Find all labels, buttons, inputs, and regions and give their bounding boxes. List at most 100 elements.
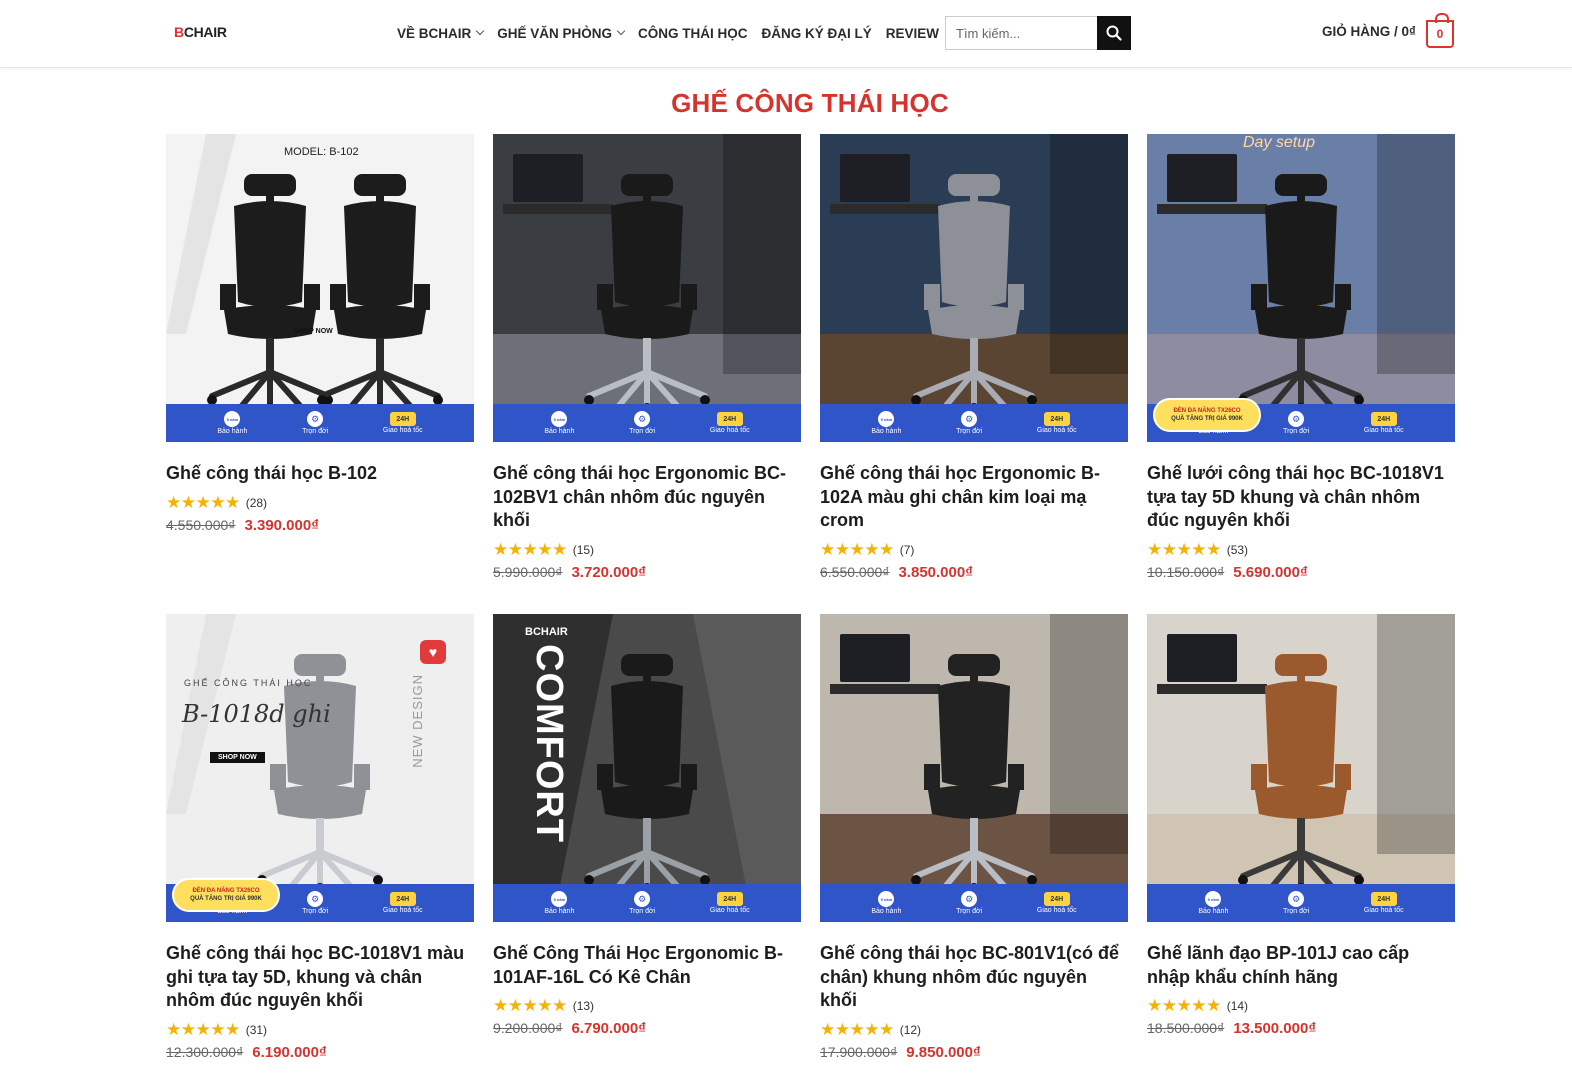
product-title[interactable]: Ghế công thái học B-102	[166, 462, 474, 486]
nav-label: ĐĂNG KÝ ĐẠI LÝ	[761, 25, 872, 41]
gear-icon: ⚙	[961, 411, 978, 427]
product-thumbnail[interactable]: Day setup ĐÈN ĐA NĂNG TX26CO QUÀ TẶNG TRỊ…	[1147, 134, 1455, 442]
star-rating-icon: ★★★★★	[1147, 996, 1221, 1015]
product-photo	[166, 134, 474, 442]
product-rating: ★★★★★ (53)	[1147, 541, 1455, 558]
product-card[interactable]: 5 năm Bảo hành ⚙ Trọn đời 24H Giao hoả tốc …	[493, 134, 801, 614]
banner-warranty: 5 nămBảo hành	[871, 411, 901, 435]
banner-delivery: 24H Giao hoả tốc	[383, 892, 423, 914]
review-count: (13)	[572, 999, 595, 1013]
shield-icon: 5 năm	[551, 411, 568, 427]
nav-label: CÔNG THÁI HỌC	[638, 25, 748, 41]
product-photo	[1147, 614, 1455, 922]
banner-lifetime: ⚙ Trọn đời	[1283, 891, 1309, 915]
thumb-neon-sign: Day setup	[1243, 134, 1316, 151]
banner-warranty: 5 nămBảo hành	[1198, 891, 1228, 915]
gear-icon: ⚙	[1288, 891, 1305, 907]
banner-delivery: 24H Giao hoả tốc	[1364, 892, 1404, 914]
product-card[interactable]: BCHAIR COMFORT 5 năm Bảo hành ⚙ Trọn đời 24…	[493, 614, 801, 1074]
gear-icon: ⚙	[1288, 411, 1305, 427]
star-rating-icon: ★★★★★	[820, 1019, 894, 1039]
banner-delivery: 24H Giao hoả tốc	[1364, 412, 1404, 434]
product-thumbnail[interactable]: 5 năm Bảo hành ⚙ Trọn đời 24H Giao hoả tốc	[493, 134, 801, 442]
thumb-model-label: MODEL: B-102	[284, 146, 359, 158]
promo-badge: ĐÈN ĐA NĂNG TX26CO QUÀ TẶNG TRỊ GIÁ 990K	[1153, 398, 1261, 432]
truck-icon: 24H	[1370, 412, 1397, 426]
chevron-down-icon	[476, 26, 485, 36]
shield-icon: 5 năm	[878, 411, 895, 427]
product-title[interactable]: Ghế công thái học BC-1018V1 màu ghi tựa …	[166, 942, 474, 1013]
logo-mark: B	[174, 24, 184, 40]
service-banner: 5 nămBảo hành ⚙Trọn đời 24HGiao hoả tốc	[493, 404, 801, 442]
site-logo[interactable]: BCHAIR	[174, 24, 227, 40]
search-input[interactable]	[945, 16, 1097, 50]
product-thumbnail[interactable]: GHẾ CÔNG THÁI HỌC B-1018d ghi SHOP NOW NEW …	[166, 614, 474, 922]
banner-delivery: 24H Giao hoả tốc	[383, 412, 423, 434]
search-form	[945, 16, 1131, 50]
truck-icon: 24H	[389, 892, 416, 906]
product-rating: ★★★★★ (7)	[820, 541, 1128, 558]
nav-item-cong-thai-hoc[interactable]: CÔNG THÁI HỌC	[638, 26, 748, 41]
truck-icon: 24H	[716, 412, 743, 426]
product-rating: ★★★★★ (13)	[493, 997, 801, 1014]
product-card[interactable]: 5 năm Bảo hành ⚙ Trọn đời 24H Giao hoả tốc …	[820, 134, 1128, 614]
product-card[interactable]: 5 năm Bảo hành ⚙ Trọn đời 24H Giao hoả tốc …	[1147, 614, 1455, 1074]
product-card[interactable]: 5 năm Bảo hành ⚙ Trọn đời 24H Giao hoả tốc …	[820, 614, 1128, 1074]
nav-item-review[interactable]: REVIEW	[886, 26, 939, 41]
review-count: (7)	[899, 542, 915, 557]
product-title[interactable]: Ghế Công Thái Học Ergonomic B-101AF-16L …	[493, 942, 801, 989]
search-button[interactable]	[1097, 16, 1131, 50]
old-price: 6.550.000₫	[820, 563, 890, 580]
product-title[interactable]: Ghế công thái học Ergonomic B-102A màu g…	[820, 462, 1128, 533]
old-price: 17.900.000₫	[820, 1043, 898, 1060]
product-rating: ★★★★★ (28)	[166, 494, 474, 511]
main-nav: VỀ BCHAIR GHẾ VĂN PHÒNG CÔNG THÁI HỌC ĐĂ…	[397, 0, 939, 66]
nav-item-ve-bchair[interactable]: VỀ BCHAIR	[397, 26, 485, 41]
product-thumbnail[interactable]: 5 năm Bảo hành ⚙ Trọn đời 24H Giao hoả tốc	[820, 614, 1128, 922]
shield-icon: 5 năm	[878, 891, 895, 907]
product-title[interactable]: Ghế lưới công thái học BC-1018V1 tựa tay…	[1147, 462, 1455, 533]
sale-price: 9.850.000₫	[906, 1043, 981, 1061]
shield-icon: 5 năm	[1205, 891, 1222, 907]
promo-line1: ĐÈN ĐA NĂNG TX26CO	[192, 888, 260, 894]
product-title[interactable]: Ghế lãnh đạo BP-101J cao cấp nhập khẩu c…	[1147, 942, 1455, 989]
chevron-down-icon	[616, 26, 626, 36]
old-price: 5.990.000₫	[493, 563, 563, 580]
product-title[interactable]: Ghế công thái học Ergonomic BC-102BV1 ch…	[493, 462, 801, 533]
gear-icon: ⚙	[307, 411, 324, 427]
product-rating: ★★★★★ (12)	[820, 1019, 1128, 1039]
service-banner: 5 nămBảo hành ⚙Trọn đời 24HGiao hoả tốc	[493, 884, 801, 922]
heart-icon[interactable]: ♥	[420, 640, 446, 664]
nav-item-ghe-van-phong[interactable]: GHẾ VĂN PHÒNG	[497, 25, 626, 41]
star-rating-icon: ★★★★★	[166, 1019, 240, 1039]
product-prices: 4.550.000₫ 3.390.000₫	[166, 517, 474, 534]
banner-delivery: 24H Giao hoả tốc	[1037, 412, 1077, 434]
shield-icon: 5 năm	[551, 891, 568, 907]
gear-icon: ⚙	[961, 891, 978, 907]
banner-delivery: 24H Giao hoả tốc	[710, 412, 750, 434]
nav-label: GHẾ VĂN PHÒNG	[497, 25, 613, 41]
review-count: (31)	[245, 1022, 268, 1037]
old-price: 9.200.000₫	[493, 1020, 563, 1036]
service-banner: 5 nămBảo hành ⚙Trọn đời 24HGiao hoả tốc	[820, 884, 1128, 922]
cart-link[interactable]: GIỎ HÀNG / 0₫ 0	[1322, 13, 1454, 48]
product-thumbnail[interactable]: 5 năm Bảo hành ⚙ Trọn đời 24H Giao hoả tốc	[820, 134, 1128, 442]
gear-icon: ⚙	[634, 891, 651, 907]
product-photo	[493, 134, 801, 442]
product-card[interactable]: Day setup ĐÈN ĐA NĂNG TX26CO QUÀ TẶNG TRỊ…	[1147, 134, 1455, 614]
product-photo	[1147, 134, 1455, 442]
product-card[interactable]: MODEL: B-102 SHOP NOW 5 năm Bảo hành ⚙ Trọn…	[166, 134, 474, 614]
product-thumbnail[interactable]: MODEL: B-102 SHOP NOW 5 năm Bảo hành ⚙ Trọn…	[166, 134, 474, 442]
product-thumbnail[interactable]: BCHAIR COMFORT 5 năm Bảo hành ⚙ Trọn đời 24…	[493, 614, 801, 922]
banner-delivery: 24H Giao hoả tốc	[1037, 892, 1077, 914]
product-card[interactable]: GHẾ CÔNG THÁI HỌC B-1018d ghi SHOP NOW NEW …	[166, 614, 474, 1074]
banner-delivery: 24H Giao hoả tốc	[710, 892, 750, 914]
product-thumbnail[interactable]: 5 năm Bảo hành ⚙ Trọn đời 24H Giao hoả tốc	[1147, 614, 1455, 922]
review-count: (28)	[245, 495, 268, 510]
product-prices: 17.900.000₫ 9.850.000₫	[820, 1044, 1128, 1061]
truck-icon: 24H	[1370, 892, 1397, 906]
product-title[interactable]: Ghế công thái học BC-801V1(có để chân) k…	[820, 942, 1128, 1013]
product-photo	[820, 614, 1128, 922]
nav-item-dang-ky-dai-ly[interactable]: ĐĂNG KÝ ĐẠI LÝ	[762, 26, 872, 41]
thumb-shop-now: SHOP NOW	[294, 328, 333, 335]
